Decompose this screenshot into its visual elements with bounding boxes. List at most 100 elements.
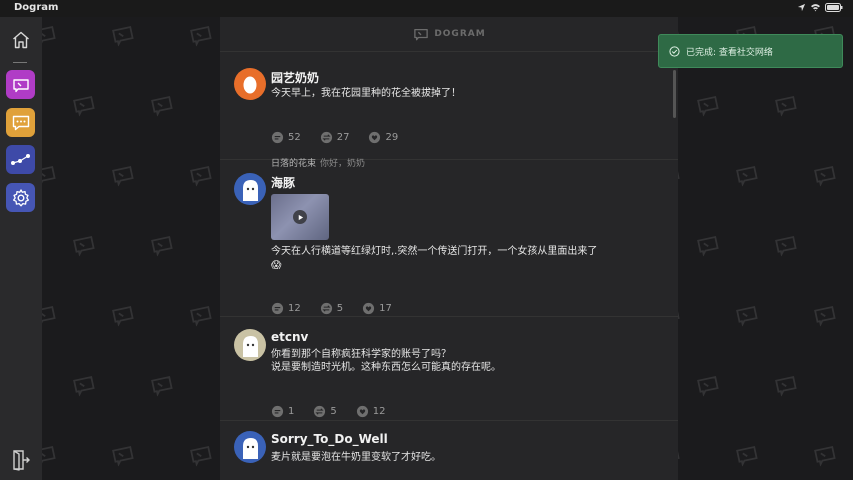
repost-count: 5 — [336, 303, 344, 314]
comment-count: 52 — [288, 132, 301, 143]
egg-avatar-icon — [243, 76, 257, 94]
post-username[interactable]: etcnv — [271, 330, 308, 344]
system-icons — [797, 3, 843, 12]
sidebar-item-messages[interactable] — [6, 108, 35, 137]
toast-notification: 已完成: 查看社交网络 — [658, 34, 843, 68]
sidebar-divider — [13, 62, 27, 63]
background-logo-icon — [697, 236, 719, 257]
background-logo-icon — [775, 376, 797, 397]
dogram-logo-icon — [414, 28, 429, 41]
background-logo-icon — [73, 96, 95, 117]
gear-icon — [12, 188, 29, 206]
battery-icon — [825, 3, 843, 12]
repost-count: 5 — [330, 406, 337, 417]
post-text-line: 你看到那个自称疯狂科学家的账号了吗？ — [271, 349, 451, 360]
like-count: 29 — [385, 132, 399, 143]
background-logo-icon — [814, 446, 836, 467]
background-logo-icon — [849, 93, 853, 118]
background-logo-icon — [112, 166, 134, 187]
feed-scrollbar[interactable] — [673, 70, 676, 118]
play-icon — [293, 210, 307, 224]
post-item[interactable]: Sorry_To_Do_Well 麦片就是要泡在牛奶里变软了才好吃。 — [220, 421, 678, 480]
like-stat[interactable]: 29 — [368, 131, 398, 144]
like-icon — [363, 302, 375, 315]
post-text: 今天早上，我在花园里种的花全被拔掉了！ — [271, 88, 461, 99]
background-logo-icon — [775, 236, 797, 257]
comment-icon — [271, 405, 284, 418]
sidebar-item-settings[interactable] — [6, 183, 35, 212]
post-username[interactable]: Sorry_To_Do_Well — [271, 432, 388, 446]
post-item[interactable]: 园艺奶奶 今天早上，我在花园里种的花全被拔掉了！ 52 27 29 日落的花束你… — [220, 53, 678, 169]
avatar[interactable] — [234, 329, 266, 361]
app-name: Dogram — [14, 2, 59, 13]
background-logo-icon — [112, 26, 134, 47]
ghost-avatar-icon — [243, 180, 258, 201]
like-count: 12 — [372, 406, 386, 417]
chat-icon — [12, 115, 29, 130]
toast-text: 已完成: 查看社交网络 — [686, 47, 773, 58]
post-stats: 52 27 29 — [271, 131, 417, 144]
location-icon — [797, 3, 806, 12]
avatar[interactable] — [234, 68, 266, 100]
avatar[interactable] — [234, 431, 266, 463]
ghost-avatar-icon — [243, 438, 258, 459]
like-icon — [369, 131, 381, 144]
post-item[interactable]: 海豚 今天在人行横道等红绿灯时,.突然一个传送门打开，一个女孩从里面出来了 😱 … — [220, 160, 678, 317]
comment-count: 12 — [288, 303, 301, 314]
check-circle-icon — [669, 45, 680, 57]
repost-stat[interactable]: 5 — [313, 405, 337, 418]
background-logo-icon — [112, 446, 134, 467]
feed-header: DOGRAM — [220, 17, 678, 52]
background-logo-icon — [190, 446, 212, 467]
background-logo-icon — [849, 373, 853, 398]
video-thumbnail[interactable] — [271, 194, 329, 240]
background-logo-icon — [736, 446, 758, 467]
comment-stat[interactable]: 12 — [271, 302, 301, 315]
background-logo-icon — [697, 376, 719, 397]
background-logo-icon — [736, 166, 758, 187]
ghost-avatar-icon — [243, 336, 258, 357]
comment-icon — [271, 131, 284, 144]
status-bar: Dogram — [0, 0, 853, 17]
repost-icon — [320, 131, 332, 144]
like-icon — [356, 405, 368, 418]
sidebar-item-home[interactable] — [6, 25, 35, 54]
repost-stat[interactable]: 5 — [320, 302, 343, 315]
logout-button[interactable] — [11, 449, 31, 475]
background-logo-icon — [73, 236, 95, 257]
network-icon — [10, 153, 30, 165]
background-logo-icon — [42, 446, 56, 467]
repost-icon — [314, 405, 326, 418]
post-stats: 12 5 17 — [271, 302, 411, 315]
repost-count: 27 — [336, 132, 350, 143]
background-logo-icon — [814, 306, 836, 327]
comment-icon — [271, 302, 284, 315]
like-stat[interactable]: 12 — [356, 405, 386, 418]
background-logo-icon — [736, 306, 758, 327]
post-emoji: 😱 — [271, 260, 282, 271]
repost-stat[interactable]: 27 — [320, 131, 350, 144]
sidebar-item-network[interactable] — [6, 145, 35, 174]
post-username[interactable]: 海豚 — [271, 174, 295, 191]
background-logo-icon — [697, 96, 719, 117]
background-logo-icon — [775, 96, 797, 117]
background-logo-icon — [190, 166, 212, 187]
comment-stat[interactable]: 52 — [271, 131, 301, 144]
repost-icon — [320, 302, 332, 315]
post-username[interactable]: 园艺奶奶 — [271, 69, 319, 86]
home-icon — [12, 31, 29, 48]
post-item[interactable]: etcnv 你看到那个自称疯狂科学家的账号了吗？ 说是要制造时光机。这种东西怎么… — [220, 317, 678, 421]
post-text: 今天在人行横道等红绿灯时,.突然一个传送门打开，一个女孩从里面出来了 — [271, 246, 598, 257]
background-logo-icon — [190, 26, 212, 47]
sidebar-item-feed[interactable] — [6, 70, 35, 99]
post-text-line: 说是要制造时光机。这种东西怎么可能真的存在呢。 — [271, 362, 501, 373]
like-stat[interactable]: 17 — [362, 302, 392, 315]
dogram-logo-icon — [12, 78, 29, 92]
logo-text: DOGRAM — [434, 29, 486, 39]
comment-stat[interactable]: 1 — [271, 405, 294, 418]
background-logo-icon — [42, 26, 56, 47]
background-logo-icon — [112, 306, 134, 327]
avatar[interactable] — [234, 173, 266, 205]
post-text: 麦片就是要泡在牛奶里变软了才好吃。 — [271, 452, 441, 463]
background-logo-icon — [151, 376, 173, 397]
